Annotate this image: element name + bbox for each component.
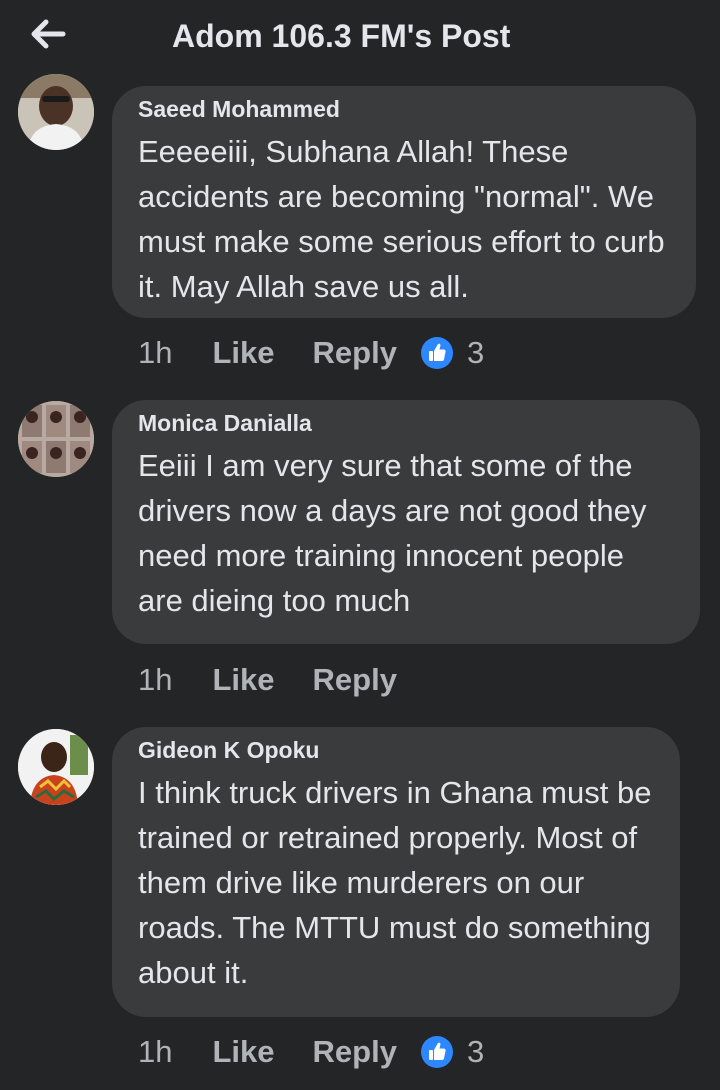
- comment-actions: 1h Like Reply 3: [138, 1032, 484, 1072]
- like-button[interactable]: Like: [212, 1034, 274, 1070]
- comment-actions: 1h Like Reply 3: [138, 333, 484, 373]
- avatar[interactable]: [18, 729, 94, 805]
- avatar[interactable]: [18, 74, 94, 150]
- comment-author[interactable]: Saeed Mohammed: [138, 96, 670, 123]
- reaction-count: 3: [466, 1034, 485, 1069]
- reaction-summary[interactable]: 3: [420, 335, 485, 371]
- comment-text: Eeiii I am very sure that some of the dr…: [138, 448, 647, 618]
- thumbs-up-icon: [420, 1036, 453, 1068]
- comment-text: Eeeeeiii, Subhana Allah! These accidents…: [138, 134, 665, 304]
- like-button[interactable]: Like: [212, 335, 274, 371]
- reaction-count: 3: [466, 335, 485, 370]
- reply-button[interactable]: Reply: [313, 1034, 397, 1070]
- comment-text: I think truck drivers in Ghana must be t…: [138, 775, 652, 990]
- reaction-summary[interactable]: 3: [420, 1034, 485, 1070]
- comment-author[interactable]: Monica Danialla: [138, 410, 674, 437]
- avatar[interactable]: [18, 401, 94, 477]
- reply-button[interactable]: Reply: [313, 335, 397, 371]
- comment-actions: 1h Like Reply: [138, 660, 435, 700]
- comment-author[interactable]: Gideon K Opoku: [138, 737, 654, 764]
- comment-bubble: Gideon K Opoku I think truck drivers in …: [112, 727, 680, 1017]
- page-title: Adom 106.3 FM's Post: [172, 18, 511, 54]
- like-button[interactable]: Like: [212, 662, 274, 698]
- comment-time[interactable]: 1h: [138, 1034, 172, 1070]
- comment-time[interactable]: 1h: [138, 335, 172, 371]
- back-button[interactable]: [28, 16, 68, 52]
- top-bar: Adom 106.3 FM's Post: [0, 0, 720, 80]
- arrow-left-icon: [31, 19, 66, 49]
- comment-time[interactable]: 1h: [138, 662, 172, 698]
- reply-button[interactable]: Reply: [313, 662, 397, 698]
- comment-bubble: Saeed Mohammed Eeeeeiii, Subhana Allah! …: [112, 86, 696, 318]
- thumbs-up-icon: [420, 337, 453, 369]
- comment-bubble: Monica Danialla Eeiii I am very sure tha…: [112, 400, 700, 644]
